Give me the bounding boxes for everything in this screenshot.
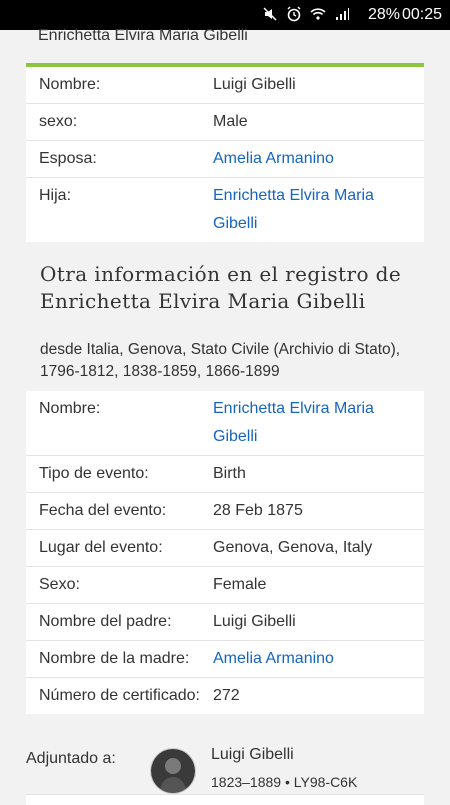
wifi-icon [310, 8, 326, 20]
daughter-link[interactable]: Enrichetta Elvira Maria Gibelli [213, 182, 424, 238]
attached-name[interactable]: Luigi Gibelli [211, 746, 294, 764]
row-label: Sexo: [39, 576, 80, 593]
row-value: Genova, Genova, Italy [213, 539, 373, 556]
table-row: Hija: Enrichetta Elvira Maria Gibelli [26, 178, 424, 242]
status-icons [262, 6, 350, 22]
status-bar: 28% 00:25 [0, 0, 450, 30]
table-row: Nombre de la madre: Amelia Armanino [26, 641, 424, 678]
table-row: Sexo: Female [26, 567, 424, 604]
row-value: Luigi Gibelli [213, 76, 296, 93]
section-heading: Otra información en el registro de Enric… [40, 262, 402, 313]
row-value: Birth [213, 465, 246, 482]
table-row: Nombre: Enrichetta Elvira Maria Gibelli [26, 391, 424, 456]
table-row: Número de certificado: 272 [26, 678, 424, 714]
row-label: Nombre: [39, 400, 101, 417]
row-value: 272 [213, 687, 240, 704]
table-row: Tipo de evento: Birth [26, 456, 424, 493]
attached-person[interactable]: Adjuntado a: Luigi Gibelli 1823–1889 • L… [0, 734, 450, 800]
main-content: Enrichetta Elvira Maria Gibelli Nombre: … [0, 27, 450, 805]
table-row: sexo: Male [26, 104, 424, 141]
row-value: Luigi Gibelli [213, 613, 296, 630]
row-value: Female [213, 576, 267, 593]
mute-icon [263, 7, 277, 21]
alarm-icon [287, 6, 301, 22]
clock: 00:25 [401, 6, 442, 23]
record-details-card: Nombre: Enrichetta Elvira Maria Gibelli … [26, 391, 424, 714]
avatar[interactable] [150, 748, 196, 794]
row-value: Male [213, 113, 248, 130]
table-row: Esposa: Amelia Armanino [26, 141, 424, 178]
table-row: Nombre del padre: Luigi Gibelli [26, 604, 424, 641]
page-title: Enrichetta Elvira Maria Gibelli [38, 27, 248, 44]
table-row: Fecha del evento: 28 Feb 1875 [26, 493, 424, 530]
row-label: Esposa: [39, 150, 97, 167]
person-photo-icon [151, 749, 195, 793]
name-link[interactable]: Enrichetta Elvira Maria Gibelli [213, 395, 424, 451]
relatives-card: Nombre: Luigi Gibelli sexo: Male Esposa:… [26, 63, 424, 242]
table-row: Nombre: Luigi Gibelli [26, 67, 424, 104]
section-subheading: desde Italia, Genova, Stato Civile (Arch… [40, 341, 401, 380]
signal-icon [336, 8, 349, 20]
row-label: Lugar del evento: [39, 539, 163, 556]
row-label: Nombre de la madre: [39, 650, 190, 667]
row-label: Número de certificado: [39, 687, 200, 704]
table-row: Lugar del evento: Genova, Genova, Italy [26, 530, 424, 567]
attached-label: Adjuntado a: [26, 750, 116, 767]
attached-meta: 1823–1889 • LY98-C6K [211, 774, 358, 790]
row-label: Fecha del evento: [39, 502, 167, 519]
battery-percent: 28% [367, 6, 400, 23]
spouse-link[interactable]: Amelia Armanino [213, 145, 424, 173]
row-label: Nombre: [39, 76, 101, 93]
row-label: Hija: [39, 187, 72, 204]
row-label: Nombre del padre: [39, 613, 172, 630]
row-label: Tipo de evento: [39, 465, 149, 482]
mother-link[interactable]: Amelia Armanino [213, 645, 424, 673]
row-value: 28 Feb 1875 [213, 502, 303, 519]
row-label: sexo: [39, 113, 78, 130]
